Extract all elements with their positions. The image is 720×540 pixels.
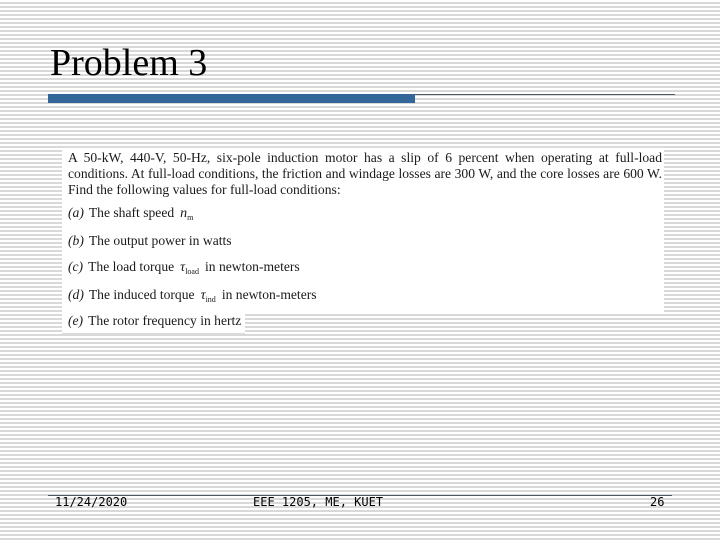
problem-part-d: (d) The induced torque τind in newton-meter…	[68, 287, 317, 304]
problem-part-b: (b) The output power in watts	[68, 233, 232, 249]
part-symbol: τload	[180, 260, 199, 276]
slide-title: Problem 3	[50, 42, 208, 84]
title-underline-accent	[48, 94, 415, 103]
part-label: (a)	[68, 205, 84, 220]
part-label: (b)	[68, 233, 84, 248]
part-text-after: in newton-meters	[204, 259, 300, 274]
part-label: (e)	[68, 313, 84, 328]
problem-part-a: (a) The shaft speed nm	[68, 205, 199, 222]
title-underline-rule	[415, 94, 675, 95]
part-text: The rotor frequency in hertz	[88, 313, 242, 328]
footer-course: EEE 1205, ME, KUET	[253, 495, 384, 509]
part-text-after: in newton-meters	[221, 287, 317, 302]
part-text: The shaft speed	[88, 205, 175, 220]
problem-part-c: (c) The load torque τload in newton-meters	[68, 259, 300, 276]
part-label: (d)	[68, 287, 84, 302]
footer-date: 11/24/2020	[55, 495, 128, 509]
part-text: The induced torque	[88, 287, 195, 302]
part-symbol: nm	[180, 206, 194, 222]
problem-statement: A 50-kW, 440-V, 50-Hz, six-pole inductio…	[68, 150, 662, 197]
part-label: (c)	[68, 259, 84, 274]
part-text: The load torque	[88, 259, 175, 274]
footer-page-number: 26	[650, 495, 665, 509]
part-text: The output power in watts	[88, 233, 232, 248]
problem-part-e: (e) The rotor frequency in hertz	[68, 313, 241, 329]
part-symbol: τind	[200, 288, 216, 304]
